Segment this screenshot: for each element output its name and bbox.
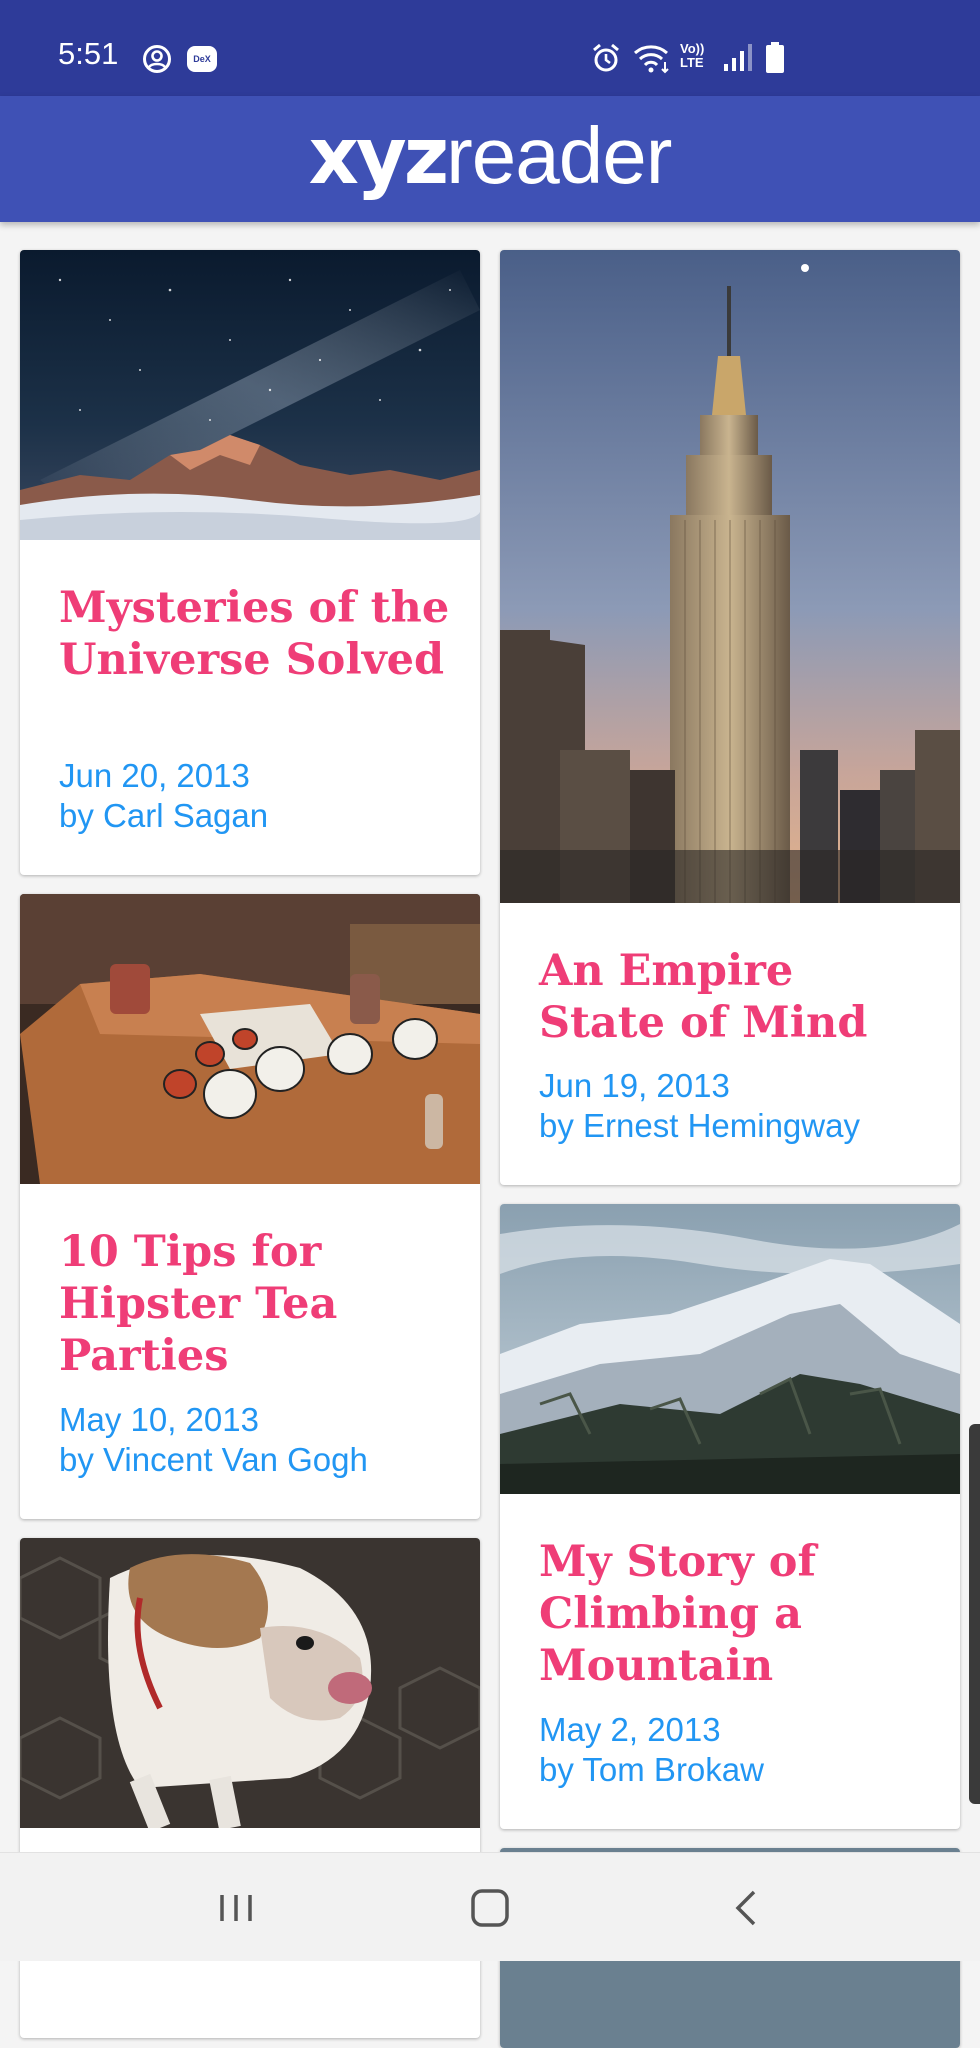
article-author: by Carl Sagan <box>59 797 269 834</box>
volte-label-bottom: LTE <box>680 55 704 70</box>
article-title: My Story of Climbing a Mountain <box>539 1537 816 1691</box>
article-image <box>20 1538 480 1828</box>
dex-label: DeX <box>193 54 211 64</box>
article-date: Jun 19, 2013 <box>539 1067 730 1104</box>
article-author: by Vincent Van Gogh <box>59 1441 368 1478</box>
article-image <box>500 250 960 903</box>
home-icon[interactable] <box>460 1883 520 1933</box>
back-icon[interactable] <box>716 1883 776 1933</box>
signal-icon <box>722 44 752 77</box>
article-date: May 2, 2013 <box>539 1711 721 1748</box>
volte-label-top: Vo)) <box>680 41 705 56</box>
article-card[interactable]: An Empire State of Mind Jun 19, 2013 by … <box>500 250 960 1185</box>
logo-bold-text: xyz <box>308 112 450 202</box>
article-title: 10 Tips for Hipster Tea Parties <box>59 1227 338 1381</box>
article-image <box>500 1204 960 1494</box>
navigation-bar <box>0 1852 980 1961</box>
wifi-icon <box>632 42 672 79</box>
scrollbar-thumb[interactable] <box>969 1424 980 1804</box>
volte-icon: Vo)) LTE <box>680 42 710 70</box>
alarm-icon <box>590 42 622 79</box>
article-card[interactable]: 10 Tips for Hipster Tea Parties May 10, … <box>20 894 480 1519</box>
article-card[interactable]: My Story of Climbing a Mountain May 2, 2… <box>500 1204 960 1829</box>
article-title: An Empire State of Mind <box>539 946 868 1048</box>
article-author: by Tom Brokaw <box>539 1751 764 1788</box>
account-circle-icon <box>142 44 172 79</box>
battery-icon <box>764 42 786 79</box>
article-card[interactable]: Mysteries of the Universe Solved Jun 20,… <box>20 250 480 875</box>
article-card[interactable] <box>20 1538 480 2038</box>
app-logo: xyzreader <box>0 110 980 202</box>
logo-light-text: reader <box>446 111 672 200</box>
dex-icon: DeX <box>187 46 217 72</box>
status-bar: 5:51 DeX Vo)) LTE <box>0 0 980 96</box>
article-title: Mysteries of the Universe Solved <box>59 583 450 685</box>
article-date: Jun 20, 2013 <box>59 757 250 794</box>
article-date: May 10, 2013 <box>59 1401 259 1438</box>
status-time: 5:51 <box>58 36 119 71</box>
app-bar: xyzreader <box>0 96 980 222</box>
article-image <box>20 250 480 540</box>
article-author: by Ernest Hemingway <box>539 1107 860 1144</box>
recent-apps-icon[interactable] <box>206 1883 266 1933</box>
article-image <box>20 894 480 1184</box>
